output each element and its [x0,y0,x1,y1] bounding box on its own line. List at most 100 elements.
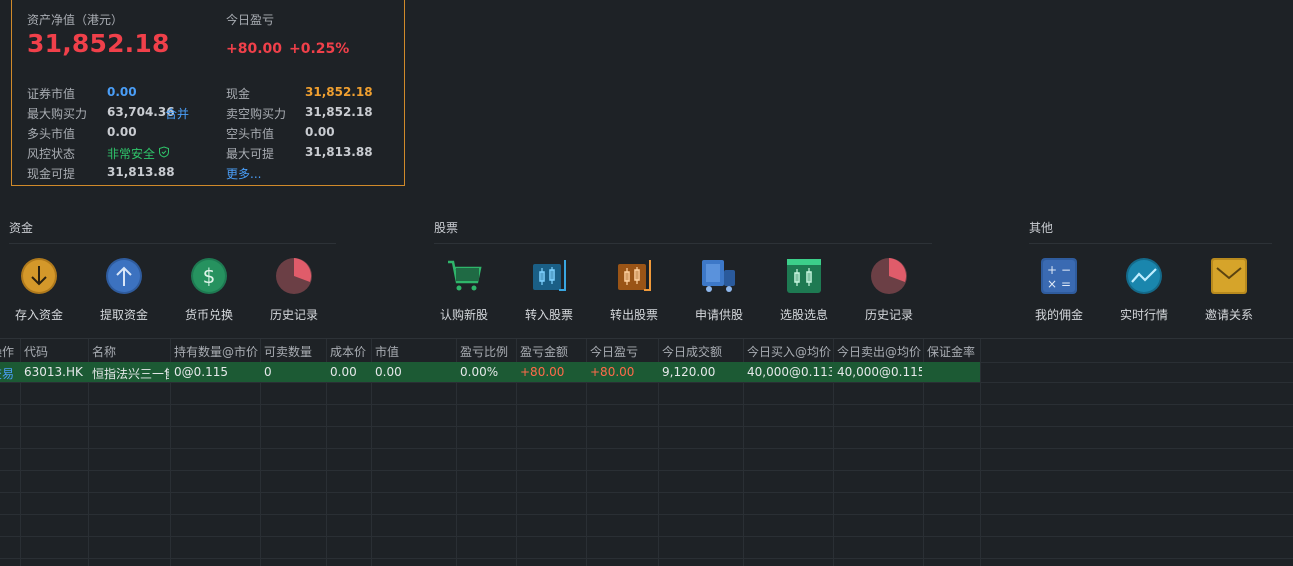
section-title-funds: 资金 [9,221,34,235]
stocks-history-label: 历史记录 [864,308,913,322]
cash-withdrawable-value: 31,813.88 [107,165,175,179]
svg-text:−: − [1061,263,1071,277]
transfer-in-stocks-button[interactable]: 转入股票 [509,256,589,323]
funds-history-button[interactable]: 历史记录 [254,256,334,323]
col-header-today-buy[interactable]: 今日买入@均价 [747,343,831,360]
cell-name: 恒指法兴三一售 [92,367,169,381]
cell-today-buy: 40,000@0.113 [747,365,832,379]
section-title-stocks: 股票 [434,221,459,235]
svg-text:+: + [1047,263,1057,277]
more-link[interactable]: 更多... [226,165,261,182]
long-value: 0.00 [107,125,137,139]
merge-link[interactable]: 合并 [165,105,189,122]
candlestick-panel-icon [787,259,821,293]
deposit-icon [21,258,57,294]
net-asset-value: 31,852.18 [27,29,170,58]
cell-market-value: 0.00 [375,365,402,379]
max-withdrawable-label: 最大可提 [226,147,275,161]
svg-text:$: $ [203,264,216,288]
shield-icon [158,146,170,161]
col-header-cost-price[interactable]: 成本价 [330,343,366,360]
col-header-name[interactable]: 名称 [92,343,116,360]
currency-exchange-label: 货币兑换 [184,308,233,322]
svg-text:=: = [1061,277,1071,291]
transfer-out-stocks-label: 转出股票 [609,308,658,322]
withdraw-funds-button[interactable]: 提取资金 [84,256,164,323]
col-header-today-sell[interactable]: 今日卖出@均价 [837,343,921,360]
cell-today-turnover: 9,120.00 [662,365,716,379]
realtime-quotes-label: 实时行情 [1119,308,1168,322]
deposit-funds-label: 存入资金 [14,308,63,322]
today-pnl-amount: +80.00 [226,41,283,57]
max-buying-power-label: 最大购买力 [27,107,88,121]
my-commission-label: 我的佣金 [1034,308,1083,322]
long-value-label: 多头市值 [27,127,76,141]
positions-table: 操作 代码 名称 持有数量@市价 可卖数量 成本价 市值 盈亏比例 盈亏金额 今… [0,338,1293,566]
cash-label: 现金 [226,87,251,101]
col-header-action[interactable]: 操作 [0,343,14,360]
col-header-today-turnover[interactable]: 今日成交额 [662,343,722,360]
short-buying-power-label: 卖空购买力 [226,107,287,121]
today-pnl-percent: +0.25% [289,41,350,57]
transfer-out-stocks-button[interactable]: 转出股票 [594,256,674,323]
col-header-code[interactable]: 代码 [24,343,48,360]
section-title-other: 其他 [1029,221,1054,235]
deposit-funds-button[interactable]: 存入资金 [0,256,79,323]
max-withdrawable-value: 31,813.88 [305,145,373,159]
cell-pnl-amount: +80.00 [520,365,565,379]
risk-status-value: 非常安全 [107,147,156,161]
calculator-icon: + −× = [1041,258,1077,294]
cash-value: 31,852.18 [305,85,373,99]
currency-exchange-button[interactable]: $ 货币兑换 [169,256,249,323]
withdraw-funds-label: 提取资金 [99,308,148,322]
trade-link[interactable]: 交易 [0,365,20,382]
trend-line-icon [1126,258,1162,294]
subscribe-ipo-button[interactable]: 认购新股 [424,256,504,323]
pie-chart-icon [871,258,907,294]
col-header-pnl-ratio[interactable]: 盈亏比例 [460,343,508,360]
rights-issue-button[interactable]: 申请供股 [679,256,759,323]
candlestick-out-icon [618,260,651,291]
candlestick-in-icon [533,260,566,291]
stock-dividend-picker-label: 选股选息 [779,308,828,322]
short-value-label: 空头市值 [226,127,275,141]
svg-text:×: × [1047,277,1057,291]
divider [9,243,336,244]
securities-value-label: 证券市值 [27,87,76,101]
invitation-relations-button[interactable]: 邀请关系 [1189,256,1269,323]
cell-sellable-qty: 0 [264,365,272,379]
rights-issue-label: 申请供股 [694,308,743,322]
stocks-history-button[interactable]: 历史记录 [849,256,929,323]
truck-icon [702,260,735,292]
divider [434,243,932,244]
cell-today-sell: 40,000@0.115 [837,365,922,379]
my-commission-button[interactable]: + − × = 我的佣金 [1019,256,1099,323]
col-header-sellable-qty[interactable]: 可卖数量 [264,343,312,360]
subscribe-ipo-label: 认购新股 [439,308,488,322]
stock-dividend-picker-button[interactable]: 选股选息 [764,256,844,323]
col-header-pnl-amount[interactable]: 盈亏金额 [520,343,568,360]
table-row[interactable]: 交易 63013.HK 恒指法兴三一售 0@0.115 0 0.00 0.00 … [0,362,980,382]
transfer-in-stocks-label: 转入股票 [524,308,573,322]
col-header-margin-rate[interactable]: 保证金率 [927,343,975,360]
realtime-quotes-button[interactable]: 实时行情 [1104,256,1184,323]
shopping-cart-icon [448,260,482,291]
pie-chart-icon [276,258,312,294]
cash-withdrawable-label: 现金可提 [27,167,76,181]
invitation-relations-label: 邀请关系 [1204,308,1253,322]
account-summary-panel: 资产净值（港元） 31,852.18 今日盈亏 +80.00 +0.25% 证券… [11,0,405,186]
cell-pnl-ratio: 0.00% [460,365,499,379]
col-header-market-value[interactable]: 市值 [375,343,399,360]
envelope-icon [1211,258,1247,294]
col-header-holding-qty[interactable]: 持有数量@市价 [174,343,258,360]
withdraw-icon [106,258,142,294]
securities-value: 0.00 [107,85,137,99]
short-buying-power-value: 31,852.18 [305,105,373,119]
cell-today-pnl: +80.00 [590,365,635,379]
divider [1029,243,1272,244]
col-header-today-pnl[interactable]: 今日盈亏 [590,343,638,360]
table-header: 操作 代码 名称 持有数量@市价 可卖数量 成本价 市值 盈亏比例 盈亏金额 今… [0,338,1293,363]
risk-status-label: 风控状态 [27,147,76,161]
funds-history-label: 历史记录 [269,308,318,322]
cell-holding-qty: 0@0.115 [174,365,228,379]
